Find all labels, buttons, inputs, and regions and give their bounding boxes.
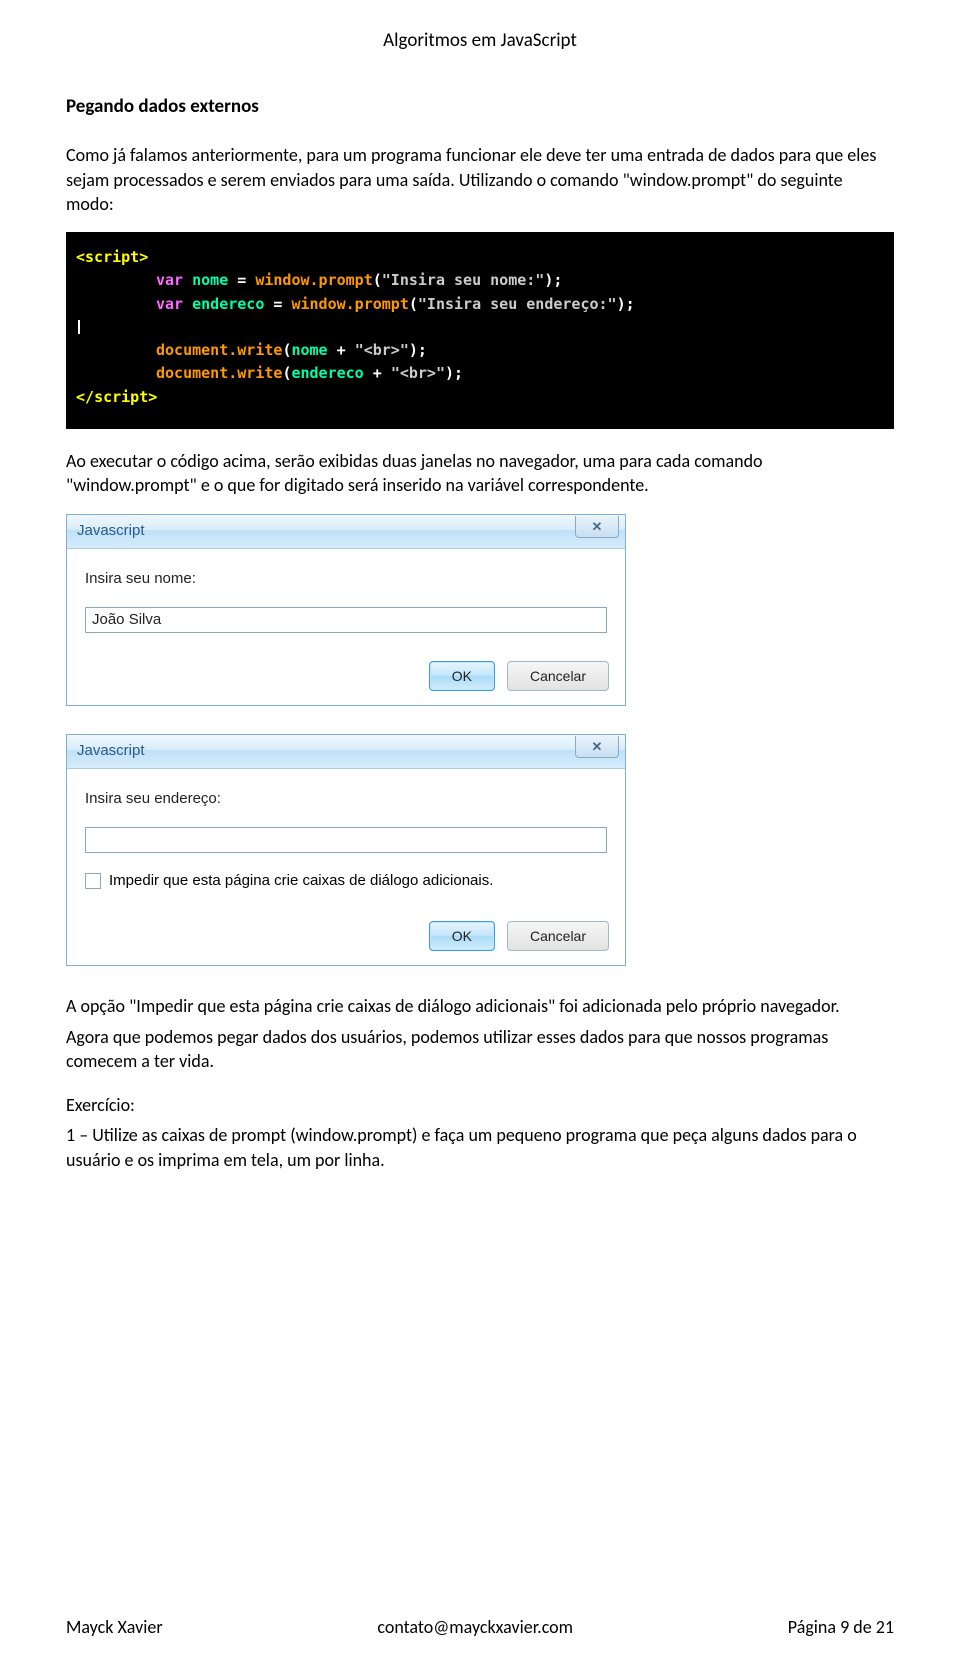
code-token: endereco	[192, 295, 264, 313]
code-token: nome	[291, 341, 327, 359]
code-token: <	[76, 248, 85, 266]
code-token: window.prompt	[255, 271, 372, 289]
code-token: ;	[418, 341, 427, 359]
close-icon: ✕	[592, 518, 603, 536]
code-token: +	[328, 341, 355, 359]
footer-email: contato@mayckxavier.com	[377, 1615, 573, 1639]
code-token: >	[148, 388, 157, 406]
code-token: )	[409, 341, 418, 359]
suppress-dialogs-checkbox[interactable]	[85, 873, 101, 889]
dialog-title: Javascript	[77, 741, 145, 761]
code-token: script	[85, 248, 139, 266]
code-editor: <script> var nome = window.prompt("Insir…	[66, 232, 894, 429]
dialog-titlebar[interactable]: Javascript ✕	[67, 735, 625, 769]
doc-title: Algoritmos em JavaScript	[66, 28, 894, 54]
prompt-dialog-endereco: Javascript ✕ Insira seu endereço: Impedi…	[66, 734, 626, 967]
ok-button[interactable]: OK	[429, 921, 495, 951]
cancel-button[interactable]: Cancelar	[507, 661, 609, 691]
code-token: >	[139, 248, 148, 266]
paragraph-after-code: Ao executar o código acima, serão exibid…	[66, 449, 894, 498]
cancel-button[interactable]: Cancelar	[507, 921, 609, 951]
code-token: =	[228, 271, 255, 289]
paragraph-option-note: A opção "Impedir que esta página crie ca…	[66, 994, 894, 1018]
paragraph-usage: Agora que podemos pegar dados dos usuári…	[66, 1025, 894, 1074]
code-token: "<br>"	[355, 341, 409, 359]
dialog-title: Javascript	[77, 521, 145, 541]
code-token: var	[156, 271, 183, 289]
code-token: document.write	[156, 341, 282, 359]
section-heading: Pegando dados externos	[66, 94, 894, 120]
close-button[interactable]: ✕	[575, 736, 619, 758]
code-token: nome	[192, 271, 228, 289]
code-token: window.prompt	[291, 295, 408, 313]
code-token: ;	[454, 364, 463, 382]
dialog-input-endereco[interactable]	[85, 827, 607, 853]
cursor-icon	[78, 320, 80, 334]
code-token: "Insira seu nome:"	[382, 271, 545, 289]
code-token: </	[76, 388, 94, 406]
code-token: ;	[626, 295, 635, 313]
exercise-label: Exercício:	[66, 1093, 894, 1117]
dialog-titlebar[interactable]: Javascript ✕	[67, 515, 625, 549]
code-token: +	[364, 364, 391, 382]
code-token: (	[409, 295, 418, 313]
prompt-dialog-nome: Javascript ✕ Insira seu nome: OK Cancela…	[66, 514, 626, 706]
paragraph-intro: Como já falamos anteriormente, para um p…	[66, 143, 894, 216]
code-token: =	[264, 295, 291, 313]
close-button[interactable]: ✕	[575, 516, 619, 538]
dialog-label: Insira seu nome:	[85, 569, 607, 589]
dialog-label: Insira seu endereço:	[85, 789, 607, 809]
suppress-dialogs-label: Impedir que esta página crie caixas de d…	[109, 871, 493, 891]
close-icon: ✕	[592, 738, 603, 756]
code-token: "<br>"	[391, 364, 445, 382]
code-token: var	[156, 295, 183, 313]
code-token: ;	[553, 271, 562, 289]
footer-page: Página 9 de 21	[788, 1615, 894, 1639]
page-footer: Mayck Xavier contato@mayckxavier.com Pág…	[66, 1615, 894, 1639]
code-token: endereco	[291, 364, 363, 382]
ok-button[interactable]: OK	[429, 661, 495, 691]
code-token: script	[94, 388, 148, 406]
footer-author: Mayck Xavier	[66, 1615, 163, 1639]
exercise-text: 1 – Utilize as caixas de prompt (window.…	[66, 1123, 894, 1172]
code-token: document.write	[156, 364, 282, 382]
code-token: )	[617, 295, 626, 313]
code-token: "Insira seu endereço:"	[418, 295, 617, 313]
dialog-input-nome[interactable]	[85, 607, 607, 633]
code-token: )	[445, 364, 454, 382]
code-token: (	[373, 271, 382, 289]
